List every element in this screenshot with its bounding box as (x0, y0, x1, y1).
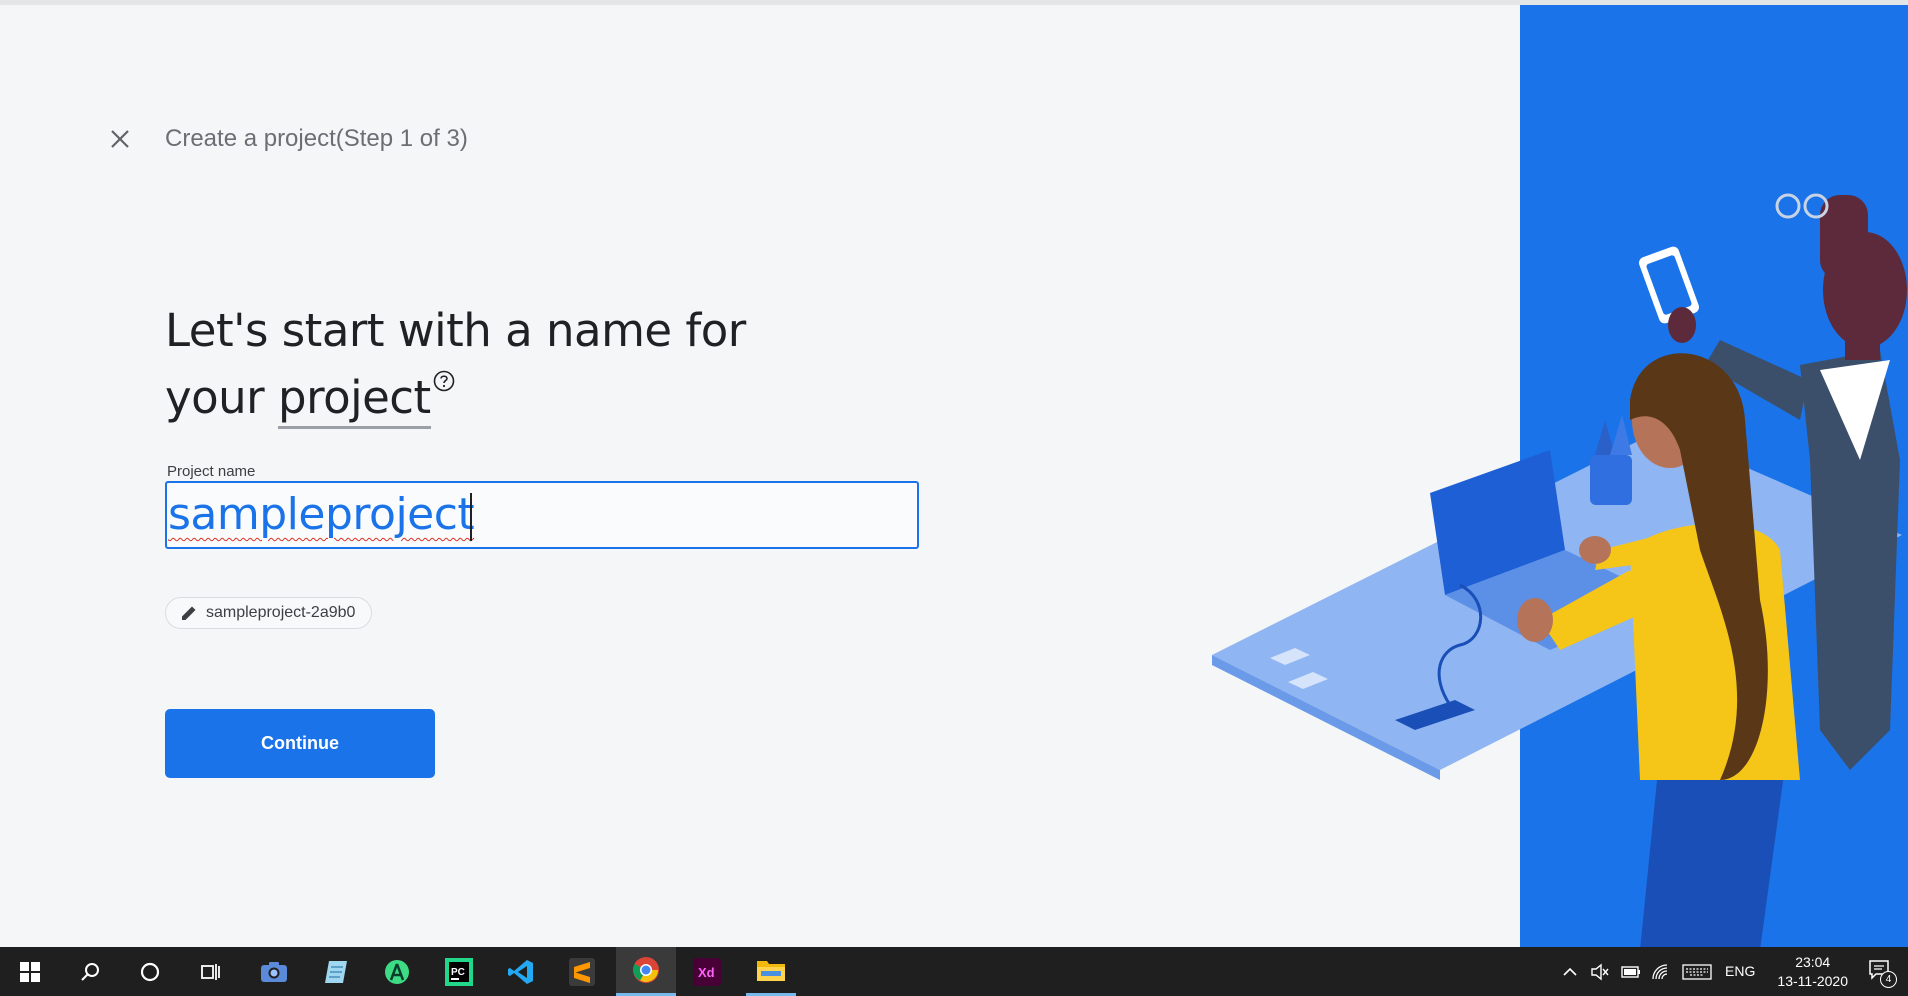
windows-taskbar: PC Xd ENG 23:04 13-11-2020 4 (0, 947, 1908, 996)
project-name-value: sampleproject (168, 489, 475, 540)
continue-button[interactable]: Continue (165, 709, 435, 778)
chevron-up-icon[interactable] (1562, 964, 1578, 980)
headline-line-1: Let's start with a name for (165, 304, 746, 357)
search-icon (81, 962, 99, 981)
project-id-text: sampleproject-2a9b0 (206, 604, 356, 621)
text-caret (470, 493, 472, 541)
wifi-icon[interactable] (1650, 962, 1672, 982)
close-icon (111, 130, 129, 148)
adobe-xd-icon: Xd (693, 957, 721, 986)
project-name-input[interactable]: sampleproject (165, 481, 919, 549)
notepad-app[interactable] (314, 947, 358, 996)
pycharm-label: PC (451, 967, 465, 978)
system-clock[interactable]: 23:04 13-11-2020 (1777, 953, 1848, 991)
clock-date: 13-11-2020 (1777, 973, 1848, 989)
clock-time: 23:04 (1795, 954, 1831, 970)
action-center-button[interactable]: 4 (1868, 959, 1897, 988)
file-explorer-app[interactable] (746, 947, 796, 996)
android-studio-app[interactable] (375, 947, 419, 996)
project-id-chip[interactable]: sampleproject-2a9b0 (165, 597, 373, 629)
chrome-icon (633, 957, 659, 983)
cortana-button[interactable] (130, 947, 170, 996)
headline-line-2: your project (165, 364, 746, 431)
project-term-link[interactable]: project (278, 371, 431, 429)
language-indicator[interactable]: ENG (1725, 963, 1755, 979)
headline: Let's start with a name for your project (165, 297, 746, 431)
sublime-text-icon (569, 957, 595, 986)
volume-muted-icon[interactable] (1590, 962, 1610, 982)
notification-count-badge: 4 (1880, 971, 1897, 988)
camera-app[interactable] (252, 947, 296, 996)
pycharm-app[interactable]: PC (437, 947, 481, 996)
headline-prefix: your (165, 371, 278, 424)
step-title: Create a project(Step 1 of 3) (165, 125, 468, 152)
file-explorer-icon (757, 961, 785, 981)
windows-start-button[interactable] (10, 947, 50, 996)
vscode-app[interactable] (499, 947, 543, 996)
cortana-icon (140, 962, 160, 981)
camera-icon (261, 961, 287, 982)
adobe-xd-app[interactable]: Xd (685, 947, 729, 996)
help-icon[interactable] (433, 370, 455, 392)
pycharm-icon: PC (445, 957, 473, 986)
pencil-icon (182, 606, 196, 620)
adobe-xd-label: Xd (698, 965, 715, 980)
vscode-icon (508, 959, 533, 984)
sublime-text-app[interactable] (560, 947, 604, 996)
people-at-desk-illustration (1212, 193, 1907, 947)
taskbar-search-button[interactable] (70, 947, 110, 996)
battery-icon[interactable] (1620, 963, 1642, 981)
task-view-icon (201, 963, 220, 980)
close-button[interactable] (104, 123, 136, 155)
project-name-label: Project name (167, 463, 256, 480)
android-studio-icon (385, 959, 409, 984)
notepad-icon (325, 960, 347, 983)
windows-start-icon (20, 961, 40, 982)
keyboard-icon[interactable] (1682, 962, 1712, 982)
chrome-app[interactable] (616, 947, 676, 996)
task-view-button[interactable] (190, 947, 230, 996)
